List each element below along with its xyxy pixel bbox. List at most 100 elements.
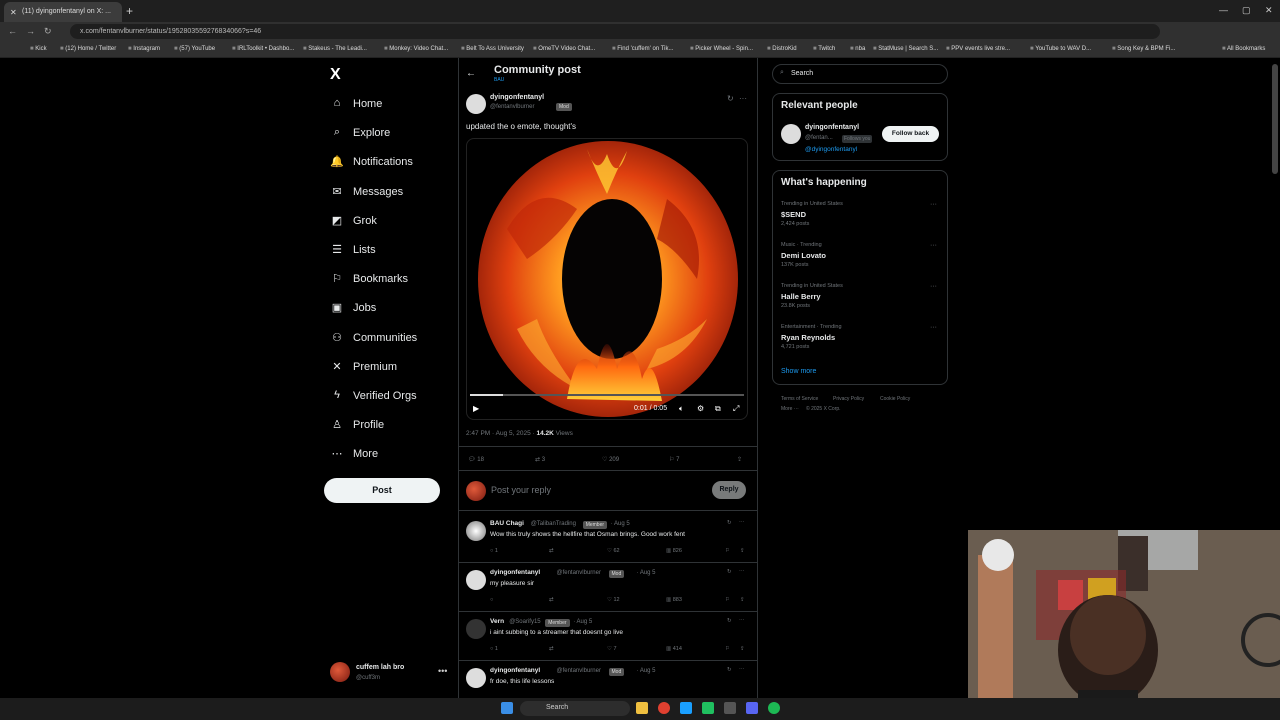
reply-action[interactable]: 💬︎ 18 [468, 456, 484, 463]
bookmark-item[interactable]: YouTube to WAV D... [1030, 46, 1091, 52]
avatar[interactable] [466, 521, 486, 541]
footer-more-link[interactable]: More ··· [781, 406, 799, 412]
app-icon[interactable] [702, 702, 714, 714]
steam-icon[interactable] [680, 702, 692, 714]
more-dots-icon[interactable]: ··· [930, 242, 937, 249]
avatar[interactable] [781, 124, 801, 144]
bookmark-item[interactable]: IRLToolkit • Dashbo... [232, 46, 294, 52]
trend-name[interactable]: Ryan Reynolds [781, 333, 835, 342]
more-dots-icon[interactable]: ··· [739, 568, 745, 574]
fullscreen-icon[interactable]: ⤢ [733, 404, 739, 414]
bookmark-item[interactable]: Picker Wheel - Spin... [690, 46, 753, 52]
more-dots-icon[interactable]: ··· [739, 94, 747, 103]
comment-author-name[interactable]: BAU Chagi [490, 520, 524, 527]
sidebar-item-messages[interactable]: ✉ Messages [330, 185, 403, 199]
repost-community-icon[interactable]: ↻ [727, 94, 734, 103]
sidebar-item-home[interactable]: ⌂ Home [330, 97, 383, 111]
reload-icon[interactable]: ↻ [44, 26, 52, 37]
avatar[interactable] [466, 668, 486, 688]
comment-date[interactable]: · Aug 5 [637, 668, 656, 674]
bookmark-item[interactable]: OmeTV Video Chat... [533, 46, 595, 52]
app-icon[interactable] [724, 702, 736, 714]
settings-gear-icon[interactable]: ⚙ [697, 404, 704, 413]
maximize-icon[interactable]: ▢ [1242, 5, 1251, 16]
scrollbar-thumb[interactable] [1272, 64, 1278, 174]
comment-author-handle[interactable]: @TalibanTrading [531, 521, 576, 527]
trend-name[interactable]: Halle Berry [781, 292, 821, 301]
trend-name[interactable]: $SEND [781, 210, 806, 219]
community-link[interactable]: BAU [494, 77, 504, 83]
share-icon[interactable]: ⇪ [740, 548, 745, 554]
comment-author-name[interactable]: dyingonfentanyl [490, 667, 540, 674]
sidebar-item-verified-orgs[interactable]: ϟ Verified Orgs [330, 389, 417, 403]
show-more-link[interactable]: Show more [781, 368, 816, 375]
footer-link[interactable]: Terms of Service [781, 396, 818, 402]
trend-name[interactable]: Demi Lovato [781, 251, 826, 260]
sidebar-item-grok[interactable]: ◩ Grok [330, 214, 377, 228]
bookmark-icon[interactable]: ⚐ [725, 548, 730, 554]
search-input[interactable]: ⌕ Search [772, 64, 948, 84]
comment-date[interactable]: · Aug 5 [637, 570, 656, 576]
comment-author-name[interactable]: Vern [490, 618, 504, 625]
discord-icon[interactable] [746, 702, 758, 714]
bookmark-item[interactable]: Song Key & BPM Fi... [1112, 46, 1175, 52]
file-explorer-icon[interactable] [636, 702, 648, 714]
post-author-handle[interactable]: @fentanvlburner [490, 104, 534, 110]
repost-community-icon[interactable]: ↻ [727, 520, 732, 526]
reply-action[interactable]: ○ 1 [490, 646, 498, 652]
comment-date[interactable]: · Aug 5 [611, 521, 630, 527]
share-icon[interactable]: ⇪ [740, 597, 745, 603]
bookmark-icon[interactable]: ⚐ [725, 597, 730, 603]
relevant-handle[interactable]: @fentan... [805, 135, 833, 141]
like-action[interactable]: ♡ 209 [602, 456, 619, 463]
more-dots-icon[interactable]: ··· [930, 201, 937, 208]
avatar[interactable] [466, 619, 486, 639]
volume-icon[interactable]: 🔈︎ [679, 404, 684, 414]
more-dots-icon[interactable]: ··· [739, 617, 745, 623]
sidebar-item-bookmarks[interactable]: ⚐ Bookmarks [330, 272, 408, 286]
comment-author-handle[interactable]: @Soarify15 [509, 619, 540, 625]
footer-link[interactable]: Cookie Policy [880, 396, 910, 402]
views-action[interactable]: ▥ 826 [666, 548, 682, 554]
reply-button[interactable]: Reply [712, 481, 746, 499]
bookmark-item[interactable]: Kick [30, 46, 46, 52]
video-progress[interactable] [470, 394, 744, 396]
bookmark-item[interactable]: PPV events live stre... [946, 46, 1010, 52]
chrome-icon[interactable] [658, 702, 670, 714]
minimize-icon[interactable]: — [1219, 5, 1228, 15]
sidebar-item-jobs[interactable]: ▣ Jobs [330, 301, 376, 315]
bookmark-icon[interactable]: ⚐ [725, 646, 730, 652]
repost-action[interactable]: ⇄ 3 [535, 456, 545, 463]
repost-icon[interactable]: ⇄ [549, 597, 554, 603]
post-author-name[interactable]: dyingonfentanyl [490, 94, 544, 101]
relevant-name[interactable]: dyingonfentanyl [805, 124, 859, 131]
bookmark-action[interactable]: ⚐ 7 [669, 456, 679, 463]
views-action[interactable]: ▥ 883 [666, 597, 682, 603]
spotify-icon[interactable] [768, 702, 780, 714]
bookmark-item[interactable]: Find 'cuffem' on Tik... [612, 46, 673, 52]
bookmark-item[interactable]: (12) Home / Twitter [60, 46, 116, 52]
browser-tab[interactable]: ✕ (11) dyingonfentanyl on X: ... [4, 2, 122, 22]
repost-community-icon[interactable]: ↻ [727, 569, 732, 575]
bookmark-item[interactable]: StatMuse | Search S... [873, 46, 938, 52]
reply-action[interactable]: ○ [490, 597, 493, 603]
play-icon[interactable]: ▶ [473, 404, 479, 413]
sidebar-item-more[interactable]: ⋯ More [330, 447, 379, 461]
taskbar-search[interactable]: Search [520, 701, 630, 716]
post-button[interactable]: Post [324, 478, 440, 503]
sidebar-item-profile[interactable]: ♙ Profile [330, 418, 384, 432]
more-dots-icon[interactable]: ··· [930, 324, 937, 331]
bookmark-item[interactable]: Twitch [813, 46, 835, 52]
like-action[interactable]: ♡ 12 [607, 597, 620, 603]
bookmark-item[interactable]: Stakeus - The Leadi... [303, 46, 367, 52]
comment-author-handle[interactable]: @fentanvlburner [557, 668, 601, 674]
forward-nav-icon[interactable]: → [26, 26, 35, 36]
share-icon[interactable]: ⇪ [740, 646, 745, 652]
bookmark-item[interactable]: DistroKid [767, 46, 796, 52]
sidebar-item-notifications[interactable]: 🔔 Notifications [330, 155, 413, 169]
comment-date[interactable]: · Aug 5 [573, 619, 592, 625]
views-action[interactable]: ▥ 414 [666, 646, 682, 652]
repost-community-icon[interactable]: ↻ [727, 667, 732, 673]
windows-start-icon[interactable] [501, 702, 513, 714]
post-timestamp[interactable]: 2:47 PM · Aug 5, 2025 · [466, 430, 536, 437]
